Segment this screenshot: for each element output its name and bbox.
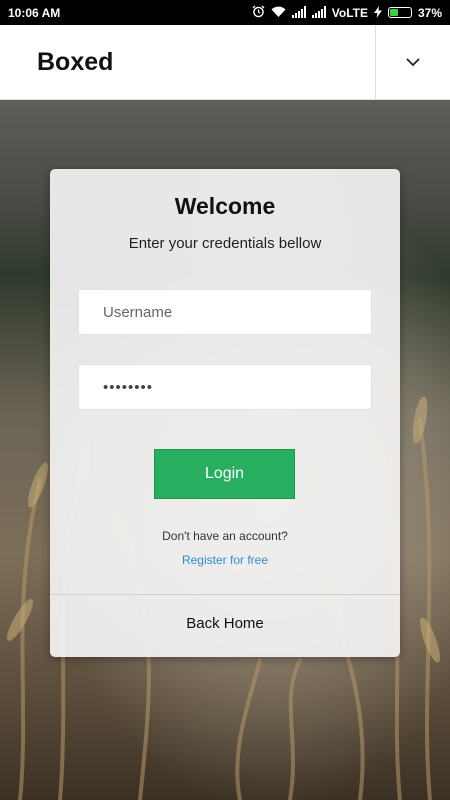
alarm-icon (252, 5, 265, 20)
login-card: Welcome Enter your credentials bellow Lo… (50, 169, 400, 657)
app-header: Boxed (0, 24, 450, 100)
battery-icon (387, 7, 412, 18)
password-input[interactable] (78, 364, 372, 410)
battery-level (389, 9, 399, 16)
signal-icon (291, 5, 306, 20)
login-button[interactable]: Login (154, 449, 295, 499)
register-link[interactable]: Register for free (50, 553, 400, 567)
battery-percent: 37% (417, 5, 442, 20)
app-title: Boxed (37, 47, 114, 76)
status-time: 10:06 AM (8, 5, 61, 20)
status-icons: VoLTE 37% (252, 5, 442, 20)
back-home-label: Back Home (186, 614, 264, 632)
charging-icon (373, 5, 382, 20)
status-bar: 10:06 AM VoLTE 37% (0, 0, 450, 25)
card-title: Welcome (174, 193, 276, 219)
menu-toggle-button[interactable] (375, 24, 450, 100)
no-account-text: Don't have an account? (162, 529, 288, 543)
chevron-down-icon (406, 57, 420, 66)
wifi-icon (271, 6, 286, 20)
signal-icon (311, 5, 326, 20)
username-input[interactable] (78, 289, 372, 335)
back-home-button[interactable]: Back Home (50, 595, 400, 651)
card-subtitle: Enter your credentials bellow (128, 235, 322, 252)
network-type: VoLTE (331, 5, 368, 20)
